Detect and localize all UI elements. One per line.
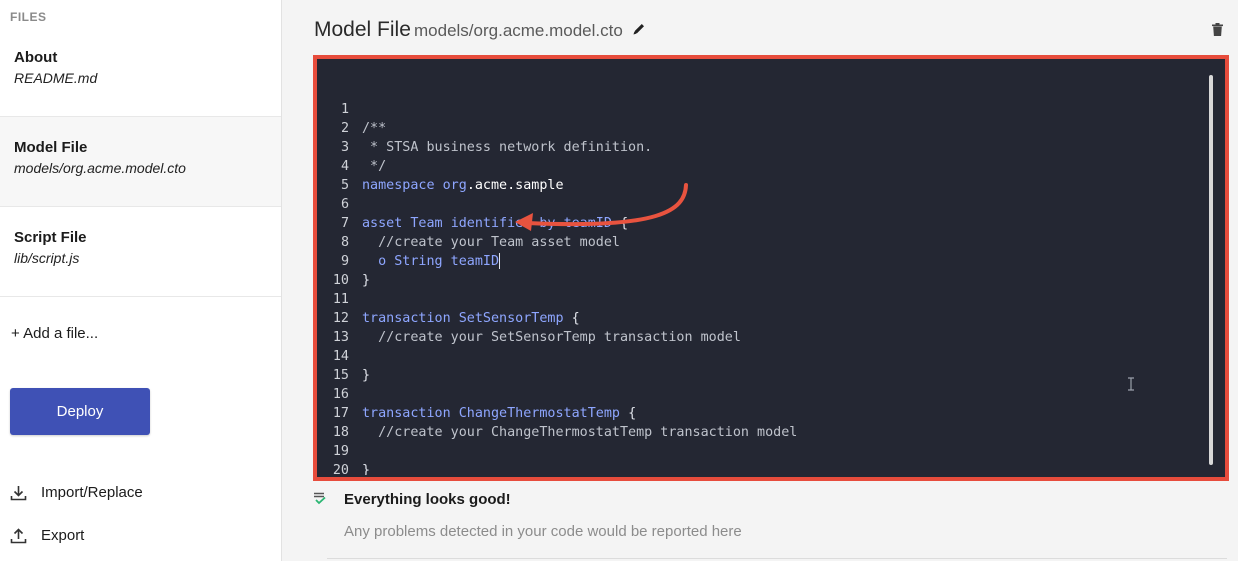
code-line: 15: [319, 347, 1199, 383]
file-item-title: Model File: [14, 139, 88, 156]
text-cursor-icon: [1128, 377, 1134, 391]
divider: [327, 558, 1227, 559]
file-item-path: README.md: [14, 70, 98, 86]
code-line: 5: [319, 157, 1199, 193]
code-line: 13: [319, 309, 1199, 345]
code-line: 16 transaction ChangeThermostatTemp {: [319, 366, 1199, 421]
file-item-title: Script File: [14, 229, 87, 246]
code-line: 4 namespace org.acme.sample: [319, 138, 1199, 193]
file-sidebar: FILES About README.md Model File models/…: [0, 0, 282, 561]
import-replace-label: Import/Replace: [41, 484, 143, 501]
code-editor[interactable]: 1 /** 2 * STSA business network definiti…: [319, 61, 1223, 475]
file-item-model-file[interactable]: Model File models/org.acme.model.cto: [0, 117, 281, 207]
import-replace-button[interactable]: Import/Replace: [10, 484, 143, 501]
code-line: 3 */: [319, 119, 1199, 174]
download-icon: [10, 485, 27, 500]
deploy-button[interactable]: Deploy: [10, 388, 150, 435]
file-path: models/org.acme.model.cto: [414, 21, 623, 40]
code-line: 6 asset Team identified by teamID {: [319, 176, 1199, 231]
export-label: Export: [41, 527, 85, 544]
editor-panel: Model File models/org.acme.model.cto 1 /…: [283, 0, 1238, 561]
editor-scrollbar[interactable]: [1209, 75, 1213, 465]
files-heading: FILES: [10, 10, 47, 24]
file-item-path: lib/script.js: [14, 250, 80, 266]
trash-icon[interactable]: [1212, 23, 1223, 36]
code-line: 8 o String teamID: [319, 214, 1199, 269]
code-line: 20: [319, 442, 1199, 475]
export-button[interactable]: Export: [10, 527, 84, 544]
code-line: 18: [319, 404, 1199, 440]
page-title: Model File: [314, 18, 411, 41]
code-line: 10: [319, 252, 1199, 288]
status-title: Everything looks good!: [344, 491, 511, 508]
code-line: 19 }: [319, 423, 1199, 475]
add-file-link[interactable]: + Add a file...: [11, 325, 98, 342]
code-editor-frame: 1 /** 2 * STSA business network definiti…: [313, 55, 1229, 481]
code-line: 21 transaction CompareWeather {: [319, 461, 1199, 475]
code-line: 2 * STSA business network definition.: [319, 100, 1199, 155]
code-line: 12 //create your SetSensorTemp transacti…: [319, 290, 1199, 345]
code-line: 17 //create your ChangeThermostatTemp tr…: [319, 385, 1199, 440]
check-list-icon: [314, 492, 326, 505]
status-message: Any problems detected in your code would…: [344, 523, 742, 540]
file-item-script-file[interactable]: Script File lib/script.js: [0, 207, 281, 297]
file-item-about[interactable]: About README.md: [0, 27, 281, 117]
upload-icon: [10, 527, 27, 543]
pencil-icon[interactable]: [632, 22, 646, 36]
code-line: 7 //create your Team asset model: [319, 195, 1199, 250]
code-line: 1 /**: [319, 81, 1199, 136]
file-item-path: models/org.acme.model.cto: [14, 160, 186, 176]
file-item-title: About: [14, 49, 58, 66]
code-line: 11 transaction SetSensorTemp {: [319, 271, 1199, 326]
code-line: 14 }: [319, 328, 1199, 383]
code-line: 9 }: [319, 233, 1199, 288]
